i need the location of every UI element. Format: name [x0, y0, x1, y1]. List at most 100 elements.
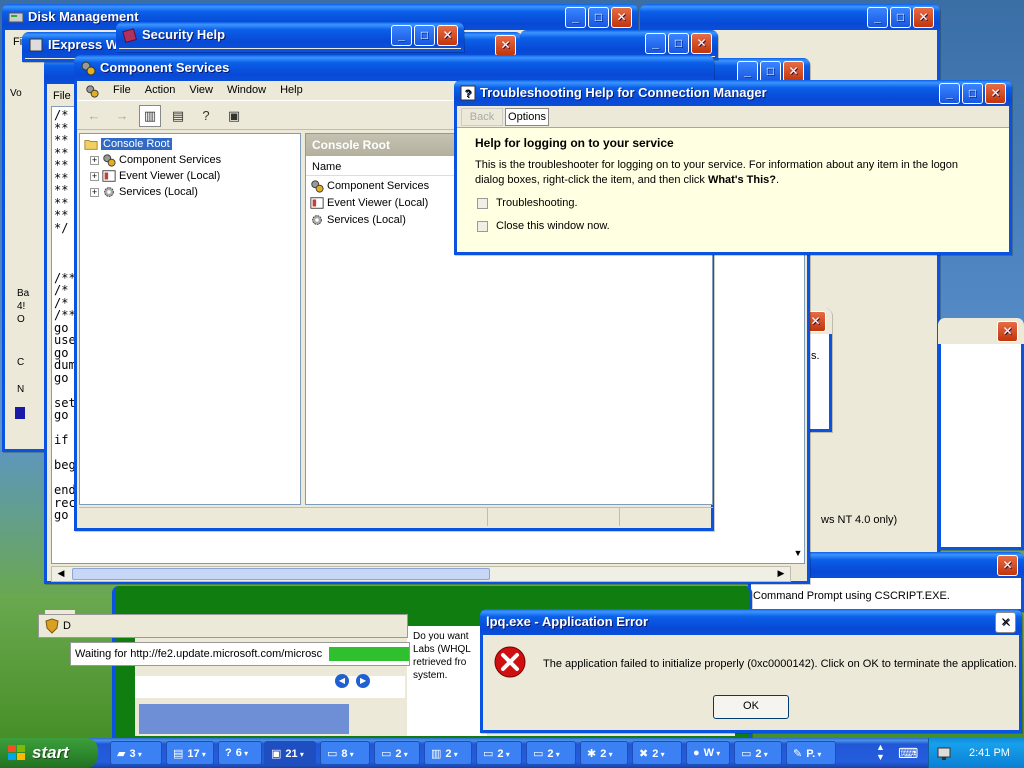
scroll-left-icon[interactable]: ◀: [54, 568, 68, 580]
previous-icon[interactable]: ◀: [335, 674, 349, 688]
taskbar-group-button[interactable]: ● W ▾: [686, 741, 730, 765]
menu-fragment[interactable]: Fi: [13, 36, 22, 48]
taskbar-group-button[interactable]: ▥ 2 ▾: [424, 741, 472, 765]
taskbar-group-button[interactable]: ? 6 ▾: [218, 741, 262, 765]
expand-icon[interactable]: +: [90, 155, 99, 165]
maximize-button[interactable]: □: [890, 7, 911, 28]
taskbar-group-button[interactable]: ▣ 21 ▾: [264, 741, 316, 765]
network-icon[interactable]: [937, 745, 955, 761]
forward-arrow-icon[interactable]: →: [111, 105, 133, 127]
menu-file[interactable]: File: [113, 84, 131, 97]
keyboard-icon[interactable]: ⌨: [898, 745, 918, 761]
progress-bar: [329, 647, 409, 661]
text-fragment: s.: [811, 350, 820, 362]
close-button[interactable]: ✕: [611, 7, 632, 28]
app-menu-icon[interactable]: [85, 84, 99, 98]
svg-text:?: ?: [465, 88, 472, 100]
minimize-button[interactable]: _: [737, 61, 758, 82]
export-list-icon[interactable]: ▤: [167, 105, 189, 127]
minimize-button[interactable]: _: [391, 25, 412, 46]
next-icon[interactable]: ▶: [356, 674, 371, 688]
close-button[interactable]: ✕: [997, 555, 1018, 576]
taskbar-scroll[interactable]: ▲ ▼: [876, 742, 888, 764]
minimize-button[interactable]: _: [565, 7, 586, 28]
component-services-titlebar[interactable]: Component Services: [74, 55, 714, 81]
options-button[interactable]: Options: [505, 108, 549, 126]
back-button[interactable]: Back: [461, 108, 503, 126]
expand-icon[interactable]: +: [90, 187, 99, 197]
close-button[interactable]: ✕: [783, 61, 804, 82]
error-dialog-titlebar[interactable]: lpq.exe - Application Error ✕: [480, 609, 1022, 635]
chevron-down-icon: ▾: [347, 750, 354, 759]
minimize-button[interactable]: _: [645, 33, 666, 54]
close-button[interactable]: ✕: [437, 25, 458, 46]
window-icon: ▭: [533, 748, 544, 760]
background-titlebar[interactable]: _ □ ✕: [520, 30, 718, 56]
option-checkbox[interactable]: [477, 197, 488, 209]
menu-help[interactable]: Help: [280, 84, 303, 97]
minimize-button[interactable]: _: [867, 7, 888, 28]
show-hide-action-pane-icon[interactable]: ▣: [223, 105, 245, 127]
close-button[interactable]: ✕: [995, 612, 1016, 633]
option-troubleshooting[interactable]: Troubleshooting.: [477, 197, 578, 209]
tree-item-console-root[interactable]: Console Root: [84, 136, 296, 152]
back-arrow-icon[interactable]: ←: [83, 105, 105, 127]
maximize-button[interactable]: □: [962, 83, 983, 104]
minimize-button[interactable]: _: [939, 83, 960, 104]
horizontal-scrollbar[interactable]: ◀ ▶: [51, 566, 791, 582]
taskbar-group-button[interactable]: ✖ 2 ▾: [632, 741, 682, 765]
tree-item-event-viewer[interactable]: + Event Viewer (Local): [84, 168, 296, 184]
taskbar-group-button[interactable]: ▭ 2 ▾: [374, 741, 420, 765]
close-button[interactable]: ✕: [985, 83, 1006, 104]
maximize-button[interactable]: □: [414, 25, 435, 46]
taskbar-group-button[interactable]: ✎ P. ▾: [786, 741, 836, 765]
taskbar-group-count: 21: [285, 748, 298, 760]
taskbar-group-button[interactable]: ▤ 17 ▾: [166, 741, 214, 765]
help-icon: ?: [225, 747, 232, 759]
background-titlebar[interactable]: _ □ ✕: [640, 4, 940, 30]
chevron-down-icon: ▾: [297, 750, 304, 759]
iexpress-icon: [29, 38, 43, 52]
scroll-right-icon[interactable]: ▶: [774, 568, 788, 580]
taskbar-group-button[interactable]: ▭ 8 ▾: [320, 741, 370, 765]
option-close-window[interactable]: Close this window now.: [477, 220, 610, 232]
taskbar-group-button[interactable]: ▭ 2 ▾: [476, 741, 522, 765]
scroll-down-icon[interactable]: ▼: [791, 548, 805, 562]
window-icon: ▭: [741, 748, 752, 760]
window-title: lpq.exe - Application Error: [486, 614, 649, 629]
taskbar-group-button[interactable]: ▭ 2 ▾: [734, 741, 782, 765]
close-button[interactable]: ✕: [913, 7, 934, 28]
troubleshooting-titlebar[interactable]: ? Troubleshooting Help for Connection Ma…: [454, 80, 1012, 106]
help-icon[interactable]: ?: [195, 105, 217, 127]
option-checkbox[interactable]: [477, 220, 488, 232]
menu-action[interactable]: Action: [145, 84, 176, 97]
taskbar-group-button[interactable]: ▭ 2 ▾: [526, 741, 576, 765]
show-hide-tree-icon[interactable]: ▥: [139, 104, 161, 127]
tree-item-component-services[interactable]: + Component Services: [84, 152, 296, 168]
security-help-titlebar[interactable]: Security Help _ □ ✕: [116, 22, 464, 48]
background-titlebar[interactable]: ✕: [938, 318, 1024, 344]
close-button[interactable]: ✕: [997, 321, 1018, 342]
taskbar-group-button[interactable]: ✱ 2 ▾: [580, 741, 628, 765]
whats-this-link: What's This?: [707, 174, 776, 186]
start-button[interactable]: start: [0, 738, 98, 768]
menu-window[interactable]: Window: [227, 84, 266, 97]
maximize-button[interactable]: □: [668, 33, 689, 54]
maximize-button[interactable]: □: [588, 7, 609, 28]
clock[interactable]: 2:41 PM: [969, 747, 1010, 759]
maximize-button[interactable]: □: [760, 61, 781, 82]
tree-item-services[interactable]: + Services (Local): [84, 184, 296, 200]
status-fragment: N: [17, 384, 25, 395]
menu-fragment[interactable]: File: [53, 90, 71, 102]
expand-icon[interactable]: +: [90, 171, 99, 181]
close-button[interactable]: ✕: [691, 33, 712, 54]
taskbar-group-button[interactable]: ▰ 3 ▾: [110, 741, 162, 765]
menu-view[interactable]: View: [189, 84, 213, 97]
close-button[interactable]: ✕: [495, 35, 516, 56]
chevron-down-icon: ▾: [553, 750, 560, 759]
ok-button[interactable]: OK: [713, 695, 789, 719]
document-icon: ▤: [173, 748, 184, 760]
scroll-thumb[interactable]: [72, 568, 490, 580]
status-fragment: Ba: [17, 288, 30, 299]
error-icon: [494, 646, 526, 678]
